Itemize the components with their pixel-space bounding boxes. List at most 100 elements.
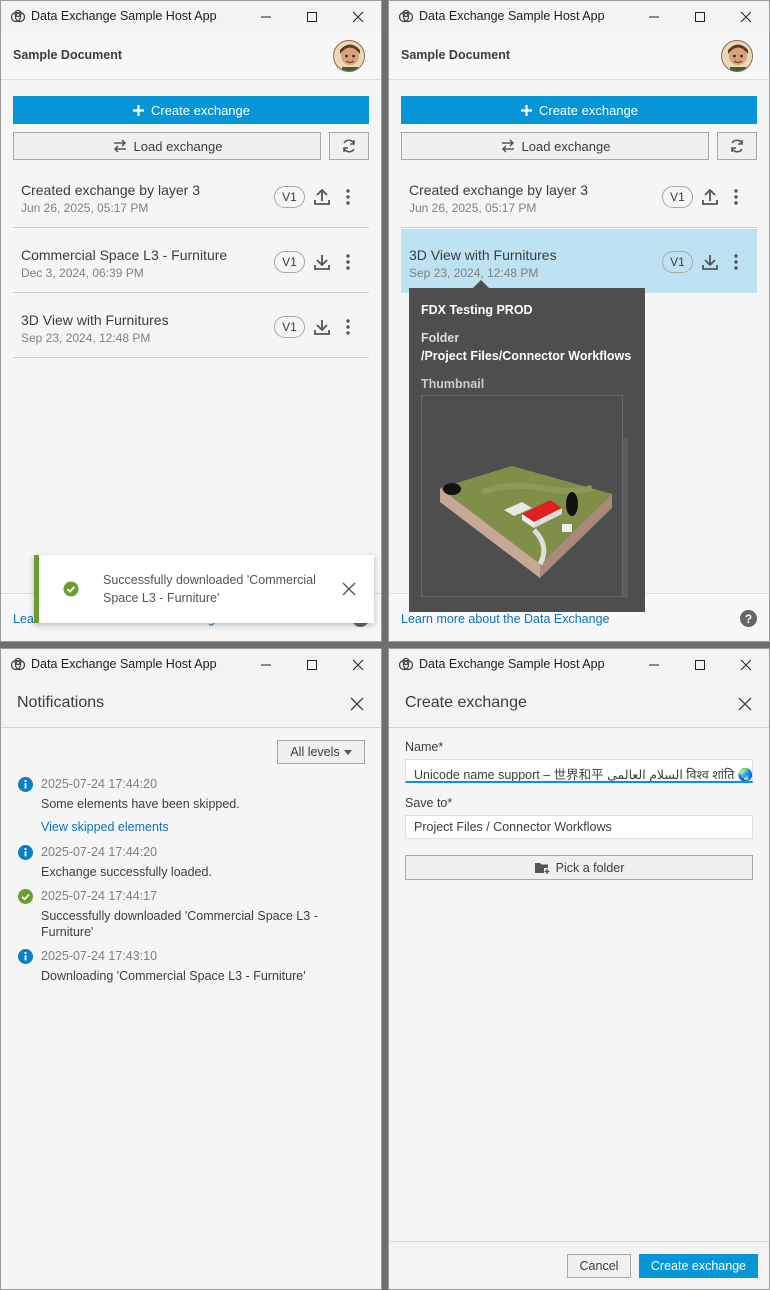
toast-message: Successfully downloaded 'Commercial Spac… xyxy=(103,573,316,605)
tooltip-scrollbar[interactable] xyxy=(623,438,628,598)
version-badge[interactable]: V1 xyxy=(274,251,305,273)
window-create-exchange: Data Exchange Sample Host App Create exc… xyxy=(388,648,770,1290)
app-logo-icon xyxy=(10,657,26,671)
success-check-icon xyxy=(63,581,79,597)
download-button[interactable] xyxy=(313,317,331,337)
notifications-header: Notifications xyxy=(1,680,381,728)
title-bar[interactable]: Data Exchange Sample Host App xyxy=(1,649,381,680)
maximize-icon xyxy=(695,11,705,22)
upload-button[interactable] xyxy=(313,187,331,207)
minimize-icon xyxy=(649,664,659,665)
minimize-button[interactable] xyxy=(243,1,289,32)
close-icon[interactable] xyxy=(349,696,365,712)
create-exchange-label: Create exchange xyxy=(150,102,250,118)
chevron-down-icon xyxy=(343,749,352,755)
close-icon xyxy=(740,11,752,22)
exchange-name: 3D View with Furnitures xyxy=(409,247,557,263)
create-exchange-button[interactable]: Create exchange xyxy=(13,96,369,124)
document-header: Sample Document xyxy=(389,32,769,80)
name-input[interactable]: Unicode name support – 世界和平 السلام العال… xyxy=(405,759,753,783)
close-window-button[interactable] xyxy=(335,1,381,32)
level-filter-dropdown[interactable]: All levels xyxy=(277,740,365,764)
notification-message: Downloading 'Commercial Space L3 - Furni… xyxy=(41,969,306,983)
tooltip-folder: /Project Files/Connector Workflows xyxy=(421,349,632,363)
notification-time: 2025-07-24 17:44:20 xyxy=(41,845,158,859)
success-toast: Successfully downloaded 'Commercial Spac… xyxy=(34,555,374,623)
maximize-button[interactable] xyxy=(289,649,335,680)
close-icon[interactable] xyxy=(342,582,356,596)
download-icon xyxy=(314,255,330,270)
load-exchange-button[interactable]: Load exchange xyxy=(13,132,321,160)
more-vertical-icon xyxy=(734,189,738,205)
download-button[interactable] xyxy=(313,252,331,272)
more-vertical-icon xyxy=(734,254,738,270)
more-options-button[interactable] xyxy=(727,252,745,272)
title-bar[interactable]: Data Exchange Sample Host App xyxy=(389,1,769,32)
user-avatar[interactable] xyxy=(333,40,365,72)
version-badge[interactable]: V1 xyxy=(274,316,305,338)
exchange-name: Created exchange by layer 3 xyxy=(21,182,200,198)
app-logo-icon xyxy=(398,657,414,671)
exchange-name: 3D View with Furnitures xyxy=(21,312,169,328)
version-badge[interactable]: V1 xyxy=(662,251,693,273)
exchange-date: Sep 23, 2024, 12:48 PM xyxy=(409,266,539,280)
exchange-row[interactable]: Created exchange by layer 3 Jun 26, 2025… xyxy=(13,164,369,228)
minimize-button[interactable] xyxy=(243,649,289,680)
create-exchange-button[interactable]: Create exchange xyxy=(401,96,757,124)
panel-title: Notifications xyxy=(17,694,105,711)
close-icon xyxy=(352,11,364,22)
more-options-button[interactable] xyxy=(727,187,745,207)
info-icon xyxy=(18,845,33,860)
submit-create-exchange-button[interactable]: Create exchange xyxy=(639,1254,758,1278)
save-to-label: Save to* xyxy=(405,796,453,810)
view-skipped-link[interactable]: View skipped elements xyxy=(41,820,169,834)
more-options-button[interactable] xyxy=(339,252,357,272)
maximize-button[interactable] xyxy=(677,649,723,680)
exchange-row[interactable]: 3D View with Furnitures Sep 23, 2024, 12… xyxy=(13,294,369,358)
refresh-button[interactable] xyxy=(717,132,757,160)
plus-icon xyxy=(520,104,532,116)
exchange-row-selected[interactable]: 3D View with Furnitures Sep 23, 2024, 12… xyxy=(401,229,757,293)
success-check-icon xyxy=(18,889,33,904)
exchange-row[interactable]: Created exchange by layer 3 Jun 26, 2025… xyxy=(401,164,757,228)
maximize-icon xyxy=(307,11,317,22)
create-exchange-header: Create exchange xyxy=(389,680,769,728)
maximize-button[interactable] xyxy=(677,1,723,32)
app-logo-icon xyxy=(10,9,26,23)
save-to-field[interactable]: Project Files / Connector Workflows xyxy=(405,815,753,839)
exchange-date: Jun 26, 2025, 05:17 PM xyxy=(409,201,537,215)
minimize-button[interactable] xyxy=(631,1,677,32)
title-bar[interactable]: Data Exchange Sample Host App xyxy=(1,1,381,32)
more-options-button[interactable] xyxy=(339,187,357,207)
create-exchange-label: Create exchange xyxy=(538,102,638,118)
pick-folder-button[interactable]: Pick a folder xyxy=(405,855,753,880)
close-window-button[interactable] xyxy=(723,649,769,680)
more-options-button[interactable] xyxy=(339,317,357,337)
form-footer: Cancel Create exchange xyxy=(389,1241,769,1289)
learn-more-link[interactable]: Learn more about the Data Exchange xyxy=(401,612,609,626)
exchange-row[interactable]: Commercial Space L3 - Furniture Dec 3, 2… xyxy=(13,229,369,293)
upload-button[interactable] xyxy=(701,187,719,207)
minimize-icon xyxy=(261,16,271,17)
tooltip-thumbnail xyxy=(421,395,623,597)
close-icon[interactable] xyxy=(737,696,753,712)
learn-more-link[interactable]: Lea xyxy=(13,612,34,626)
title-bar[interactable]: Data Exchange Sample Host App xyxy=(389,649,769,680)
help-button[interactable]: ? xyxy=(740,610,757,627)
window-exchange-tooltip: Data Exchange Sample Host App Sample Doc… xyxy=(388,0,770,642)
refresh-button[interactable] xyxy=(329,132,369,160)
minimize-button[interactable] xyxy=(631,649,677,680)
load-exchange-button[interactable]: Load exchange xyxy=(401,132,709,160)
cancel-button[interactable]: Cancel xyxy=(567,1254,631,1278)
tooltip-folder-label: Folder xyxy=(421,331,460,345)
user-avatar[interactable] xyxy=(721,40,753,72)
close-window-button[interactable] xyxy=(335,649,381,680)
download-button[interactable] xyxy=(701,252,719,272)
load-exchange-label: Load exchange xyxy=(133,138,223,154)
window-exchange-list: Data Exchange Sample Host App Sample Doc… xyxy=(0,0,382,642)
version-badge[interactable]: V1 xyxy=(662,186,693,208)
close-window-button[interactable] xyxy=(723,1,769,32)
document-title: Sample Document xyxy=(401,48,511,62)
version-badge[interactable]: V1 xyxy=(274,186,305,208)
maximize-button[interactable] xyxy=(289,1,335,32)
